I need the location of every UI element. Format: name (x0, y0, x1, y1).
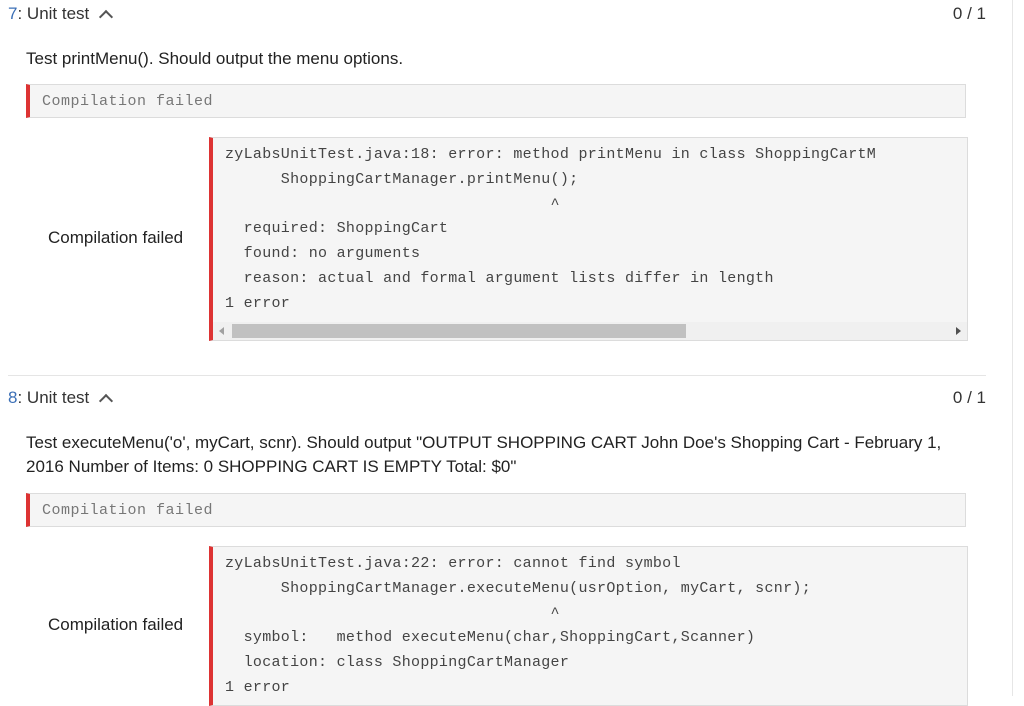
test-8-score: 0 / 1 (952, 388, 986, 407)
test-8-header[interactable]: 8: Unit test (8, 388, 114, 408)
test-7-header[interactable]: 7: Unit test (8, 4, 114, 24)
horizontal-scrollbar[interactable] (213, 322, 967, 340)
chevron-up-icon[interactable] (99, 9, 114, 24)
test-8-description: Test executeMenu('o', myCart, scnr). Sho… (26, 433, 942, 476)
test-7-result-label: Compilation failed (48, 228, 184, 247)
test-7-output: zyLabsUnitTest.java:18: error: method pr… (225, 146, 877, 312)
scroll-left-arrow-icon[interactable] (219, 327, 224, 335)
chevron-up-icon[interactable] (99, 393, 114, 408)
test-8-status: Compilation failed (26, 493, 966, 527)
page-edge (1012, 0, 1013, 696)
test-8-title: : Unit test (17, 388, 90, 407)
scroll-right-arrow-icon[interactable] (956, 327, 961, 335)
test-7-title: : Unit test (17, 4, 90, 23)
test-7-description: Test printMenu(). Should output the menu… (26, 49, 404, 68)
test-7-output-box: zyLabsUnitTest.java:18: error: method pr… (209, 137, 968, 341)
test-7-status: Compilation failed (26, 84, 966, 118)
test-7-score: 0 / 1 (952, 4, 986, 23)
scroll-thumb[interactable] (232, 324, 686, 338)
test-8-output-box: zyLabsUnitTest.java:22: error: cannot fi… (209, 546, 968, 706)
section-divider (8, 375, 986, 376)
test-8-result-label: Compilation failed (48, 615, 184, 634)
test-8-output: zyLabsUnitTest.java:22: error: cannot fi… (225, 555, 811, 696)
